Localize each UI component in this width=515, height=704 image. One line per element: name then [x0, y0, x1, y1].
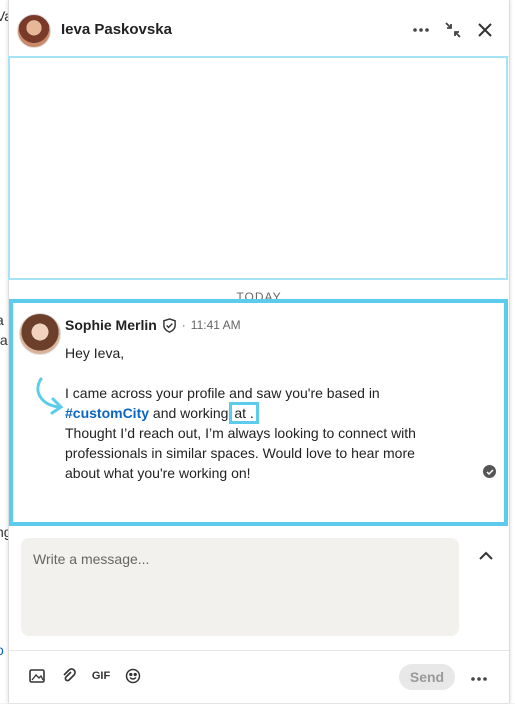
- read-receipt-icon: [483, 465, 496, 478]
- curved-arrow-icon: [36, 377, 64, 415]
- verified-shield-icon: [162, 317, 176, 333]
- conversation-title[interactable]: Ieva Paskovska: [61, 21, 172, 38]
- message-input[interactable]: [21, 538, 459, 636]
- message-timestamp: 11:41 AM: [190, 318, 241, 332]
- message-separator: ·: [181, 318, 186, 332]
- background-fragment: o: [0, 642, 4, 658]
- close-icon[interactable]: [473, 18, 497, 42]
- background-fragment: :a: [0, 332, 8, 348]
- message-line: Thought I’d reach out, I’m always lookin…: [65, 425, 416, 481]
- conversation-header: Ieva Paskovska: [9, 0, 509, 57]
- message-header: Sophie Merlin · 11:41 AM: [65, 317, 241, 333]
- image-icon[interactable]: [27, 666, 47, 686]
- minimize-icon[interactable]: [441, 18, 465, 42]
- hashtag-link[interactable]: #customCity: [65, 405, 149, 421]
- message-greeting: Hey Ieva,: [65, 345, 125, 361]
- more-options-icon[interactable]: [409, 18, 433, 42]
- avatar[interactable]: [17, 14, 51, 48]
- message-item: Sophie Merlin · 11:41 AM Hey Ieva, I cam…: [9, 299, 508, 526]
- background-fragment: a: [0, 312, 4, 328]
- gif-button[interactable]: GIF: [91, 666, 111, 686]
- sender-name[interactable]: Sophie Merlin: [65, 317, 157, 333]
- more-options-icon[interactable]: [471, 668, 491, 684]
- message-body: Hey Ieva, I came across your profile and…: [65, 343, 445, 483]
- messaging-window: Ieva Paskovska TODAY Sophie Merlin · 11:…: [8, 0, 510, 703]
- send-button[interactable]: Send: [399, 664, 455, 690]
- attachment-icon[interactable]: [59, 666, 79, 686]
- emoji-icon[interactable]: [123, 666, 143, 686]
- profile-card-area: [8, 56, 508, 280]
- placeholder-token: at .: [229, 402, 259, 424]
- chevron-up-icon[interactable]: [475, 545, 497, 567]
- avatar[interactable]: [19, 313, 61, 355]
- message-line: I came across your profile and saw you'r…: [65, 385, 380, 424]
